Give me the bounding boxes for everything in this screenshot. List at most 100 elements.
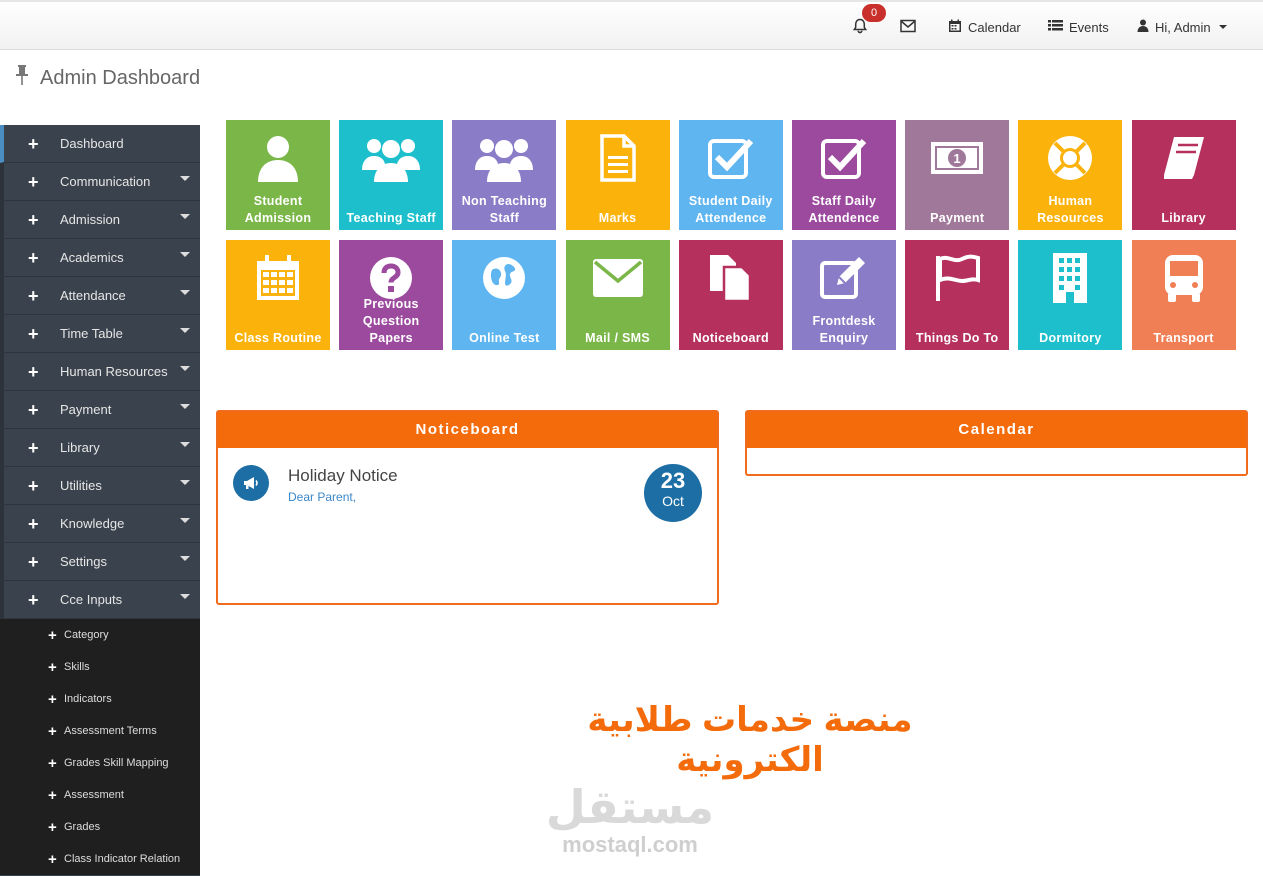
calendar-panel-title: Calendar [747,412,1246,448]
plus-icon: + [28,399,39,420]
plus-icon: + [28,171,39,192]
page-header: Admin Dashboard [14,64,200,92]
tile-transport[interactable]: Transport [1131,240,1236,350]
sidebar-item-academics[interactable]: + Academics [0,239,200,277]
sidebar-item-label: Time Table [60,326,123,341]
tile-label: Teaching Staff [346,211,436,225]
submenu-item-label: Assessment [64,789,124,801]
tile-label: Noticeboard [692,331,769,345]
checkbox-icon [792,130,896,186]
tile-label: Transport [1153,331,1214,345]
submenu-item-assessment[interactable]: + Assessment [0,779,200,811]
plus-icon: + [28,133,39,154]
tile-payment[interactable]: 1 Payment [905,120,1010,230]
users-icon [339,130,443,186]
sidebar-item-label: Library [60,440,100,455]
sidebar-item-dashboard[interactable]: + Dashboard [0,125,200,163]
sidebar-item-label: Payment [60,402,112,417]
tile-label: Marks [598,211,637,225]
caret-down-icon [180,442,190,447]
top-navbar: 0 Calendar Events Hi, Admin [0,0,1263,50]
tile-label: Student Admission [244,194,312,225]
tile-label: Online Test [469,331,540,345]
globe-icon [452,250,556,306]
events-link[interactable]: Events [1048,17,1109,37]
tile-class-routine[interactable]: Class Routine [226,240,330,350]
messages-button[interactable] [900,17,916,37]
sidebar-item-admission[interactable]: + Admission [0,201,200,239]
sidebar-item-label: Utilities [60,478,102,493]
sidebar-item-label: Knowledge [60,516,125,531]
submenu-item-class-indicator-relation[interactable]: + Class Indicator Relation [0,843,200,875]
tile-mail-sms[interactable]: Mail / SMS [565,240,670,350]
sidebar-item-attendance[interactable]: + Attendance [0,277,200,315]
user-menu[interactable]: Hi, Admin [1137,17,1227,37]
tile-label: Non Teaching Staff [461,194,548,225]
flag-icon [905,250,1009,306]
notice-item[interactable]: Holiday Notice Dear Parent, 23 Oct [218,448,717,603]
sidebar-item-payment[interactable]: + Payment [0,391,200,429]
tile-previous-question-papers[interactable]: Previous Question Papers [339,240,444,350]
tile-staff-daily-attendence[interactable]: Staff Daily Attendence [792,120,896,230]
sidebar-item-utilities[interactable]: + Utilities [0,467,200,505]
sidebar-item-library[interactable]: + Library [0,429,200,467]
tile-teaching-staff[interactable]: Teaching Staff [339,120,444,230]
plus-icon: + [48,786,57,804]
caret-down-icon [180,328,190,333]
plus-icon: + [28,323,39,344]
tile-human-resources[interactable]: Human Resources [1018,120,1123,230]
submenu-item-skills[interactable]: + Skills [0,651,200,683]
caret-down-icon [180,594,190,599]
tile-frontdesk-enquiry[interactable]: Frontdesk Enquiry [792,240,896,350]
calendar-link[interactable]: Calendar [948,17,1021,37]
sidebar-item-communication[interactable]: + Communication [0,163,200,201]
plus-icon: + [28,513,39,534]
caret-down-icon [180,176,190,181]
plus-icon: + [48,722,57,740]
submenu-item-grades-skill-mapping[interactable]: + Grades Skill Mapping [0,747,200,779]
sidebar-item-cce-inputs[interactable]: + Cce Inputs [0,581,200,619]
svg-text:1: 1 [954,151,961,166]
caret-down-icon [180,404,190,409]
tile-online-test[interactable]: Online Test [452,240,557,350]
submenu-item-grades[interactable]: + Grades [0,811,200,843]
sidebar-item-settings[interactable]: + Settings [0,543,200,581]
tile-student-admission[interactable]: Student Admission [226,120,330,230]
tile-student-daily-attendence[interactable]: Student Daily Attendence [678,120,783,230]
submenu-item-category[interactable]: + Category [0,619,200,651]
tile-label: Dormitory [1039,331,1102,345]
tile-dormitory[interactable]: Dormitory [1018,240,1123,350]
submenu-item-label: Class Indicator Relation [64,853,181,865]
sidebar-item-time-table[interactable]: + Time Table [0,315,200,353]
tile-label: Payment [930,211,985,225]
sidebar-item-label: Attendance [60,288,126,303]
tile-library[interactable]: Library [1131,120,1236,230]
plus-icon: + [28,247,39,268]
envelope-icon [900,19,916,36]
notification-count-badge: 0 [862,4,886,22]
sidebar-item-label: Human Resources [60,364,168,379]
user-icon [226,130,330,186]
notice-title[interactable]: Holiday Notice [288,466,398,486]
tile-non-teaching-staff[interactable]: Non Teaching Staff [452,120,557,230]
tile-noticeboard[interactable]: Noticeboard [678,240,783,350]
caret-down-icon [180,556,190,561]
tile-marks[interactable]: Marks [565,120,670,230]
sidebar-item-label: Academics [60,250,124,265]
tile-label: Library [1161,211,1206,225]
edit-icon [792,250,896,306]
tile-label: Things Do To [915,331,999,345]
tile-things-do-to[interactable]: Things Do To [905,240,1010,350]
plus-icon: + [48,658,57,676]
submenu-item-assessment-terms[interactable]: + Assessment Terms [0,715,200,747]
submenu-item-indicators[interactable]: + Indicators [0,683,200,715]
sidebar-item-human-resources[interactable]: + Human Resources [0,353,200,391]
submenu-item-label: Category [64,629,109,641]
list-icon [1048,19,1063,35]
plus-icon: + [48,626,57,644]
sidebar-item-label: Admission [60,212,120,227]
noticeboard-panel: Noticeboard Holiday Notice Dear Parent, … [216,410,719,605]
tile-label: Previous Question Papers [362,297,420,345]
sidebar-item-knowledge[interactable]: + Knowledge [0,505,200,543]
book-icon [1132,130,1236,186]
